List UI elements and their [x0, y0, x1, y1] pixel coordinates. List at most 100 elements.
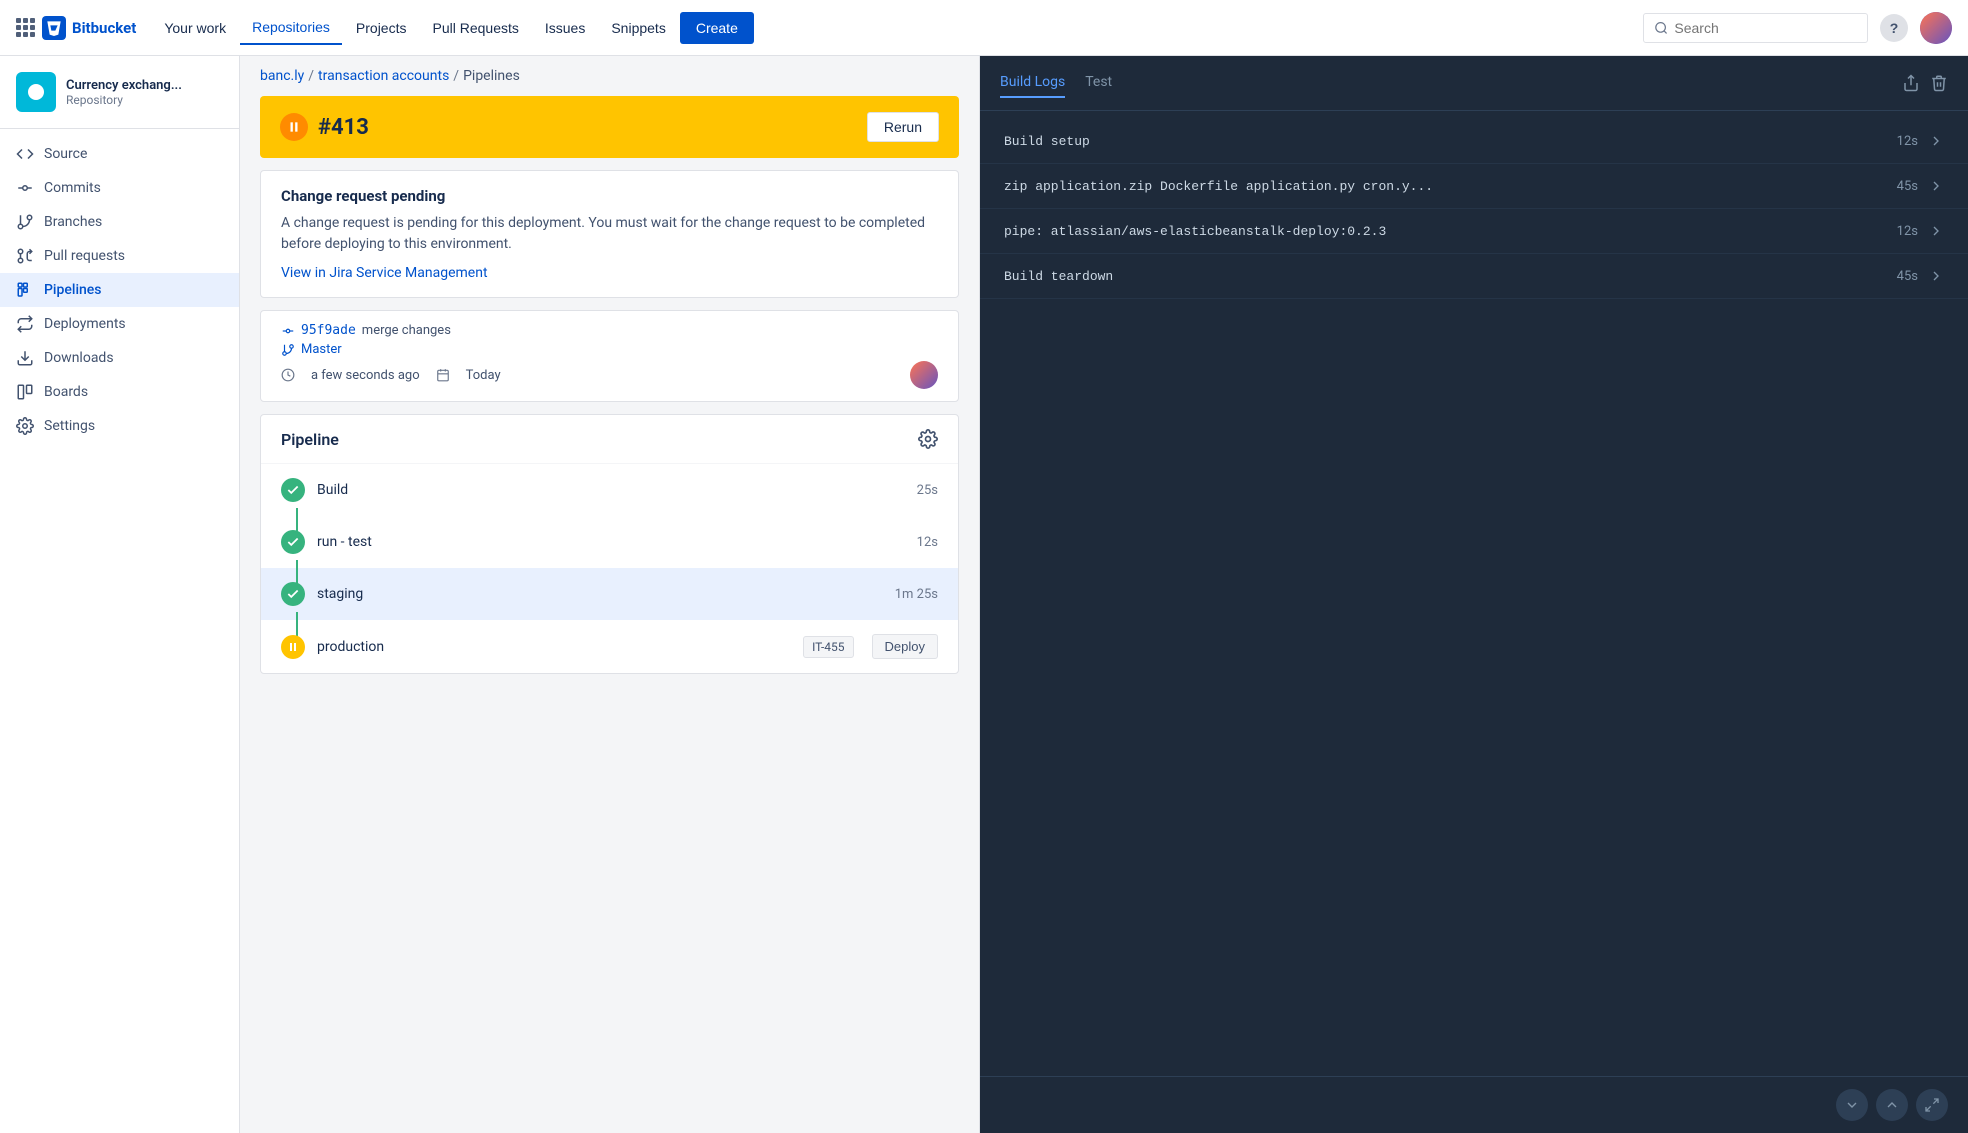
step-production-badge: IT-455 — [803, 636, 853, 658]
log-entry-build-setup[interactable]: Build setup 12s — [980, 119, 1968, 164]
build-logs-footer — [980, 1076, 1968, 1133]
sidebar-pull-requests-label: Pull requests — [44, 248, 125, 264]
pipeline-steps-header: Pipeline — [261, 415, 958, 464]
gear-icon[interactable] — [918, 429, 938, 449]
step-production[interactable]: production IT-455 Deploy — [261, 620, 958, 673]
step-check-staging — [281, 582, 305, 606]
breadcrumb-pipelines: Pipelines — [463, 68, 520, 84]
log-entry-name: pipe: atlassian/aws-elasticbeanstalk-dep… — [1004, 224, 1386, 239]
build-logs-panel: Build Logs Test Build setup 12s zip appl… — [980, 56, 1968, 1133]
topnav-right: ? — [1643, 12, 1952, 44]
step-build-name: Build — [317, 482, 905, 498]
expand-button[interactable] — [1916, 1089, 1948, 1121]
sidebar-item-pipelines[interactable]: Pipelines — [0, 273, 239, 307]
share-icon[interactable] — [1902, 74, 1920, 92]
nav-your-work[interactable]: Your work — [152, 12, 238, 44]
jira-link[interactable]: View in Jira Service Management — [281, 265, 488, 281]
sidebar-item-branches[interactable]: Branches — [0, 205, 239, 239]
deploy-button[interactable]: Deploy — [872, 634, 938, 659]
step-run-test[interactable]: run - test 12s — [261, 516, 958, 568]
log-entry-duration: 45s — [1897, 179, 1918, 194]
chevron-up-icon — [1884, 1097, 1900, 1113]
repo-info: Currency exchang... Repository — [66, 78, 182, 107]
step-run-test-name: run - test — [317, 534, 905, 550]
nav-repositories[interactable]: Repositories — [240, 11, 342, 45]
log-entry-name: Build setup — [1004, 134, 1090, 149]
branch-icon — [281, 343, 295, 357]
trash-icon[interactable] — [1930, 74, 1948, 92]
log-entry-name: Build teardown — [1004, 269, 1113, 284]
sidebar-item-settings[interactable]: Settings — [0, 409, 239, 443]
breadcrumb-sep-2: / — [453, 68, 459, 84]
sidebar-repo: Currency exchang... Repository — [0, 56, 239, 129]
logo-area: Bitbucket — [16, 16, 136, 40]
sidebar-item-pull-requests[interactable]: Pull requests — [0, 239, 239, 273]
breadcrumb-banc[interactable]: banc.ly — [260, 68, 304, 84]
commit-hash[interactable]: 95f9ade — [301, 323, 356, 338]
sidebar-item-source[interactable]: Source — [0, 137, 239, 171]
step-build-duration: 25s — [917, 483, 938, 498]
app-layout: Currency exchang... Repository Source Co… — [0, 56, 1968, 1133]
search-input[interactable] — [1674, 20, 1857, 36]
pipeline-number: #413 — [280, 113, 369, 141]
step-build[interactable]: Build 25s — [261, 464, 958, 516]
repo-type-label: Repository — [66, 93, 182, 107]
pipeline-steps-title: Pipeline — [281, 430, 339, 449]
build-logs-header: Build Logs Test — [980, 56, 1968, 111]
nav-issues[interactable]: Issues — [533, 12, 597, 44]
sidebar-item-downloads[interactable]: Downloads — [0, 341, 239, 375]
sidebar-item-boards[interactable]: Boards — [0, 375, 239, 409]
log-entry-duration: 12s — [1897, 224, 1918, 239]
nav-projects[interactable]: Projects — [344, 12, 419, 44]
sidebar-source-label: Source — [44, 146, 87, 162]
pipeline-steps-card: Pipeline Build 25s — [260, 414, 959, 674]
breadcrumb-transaction[interactable]: transaction accounts — [318, 68, 449, 84]
sidebar-boards-label: Boards — [44, 384, 88, 400]
commit-meta-card: 95f9ade merge changes Master a few secon… — [260, 310, 959, 402]
grid-icon[interactable] — [16, 18, 34, 37]
create-button[interactable]: Create — [680, 12, 754, 44]
commit-date: Today — [466, 368, 501, 383]
sidebar-item-deployments[interactable]: Deployments — [0, 307, 239, 341]
sidebar-pipelines-label: Pipelines — [44, 282, 102, 298]
log-entry-teardown[interactable]: Build teardown 45s — [980, 254, 1968, 299]
scroll-down-button[interactable] — [1836, 1089, 1868, 1121]
repo-name-label: Currency exchang... — [66, 78, 182, 93]
breadcrumb-sep-1: / — [308, 68, 314, 84]
scroll-up-button[interactable] — [1876, 1089, 1908, 1121]
commit-author-avatar — [910, 361, 938, 389]
app-name-label: Bitbucket — [72, 19, 136, 37]
user-avatar[interactable] — [1920, 12, 1952, 44]
breadcrumb: banc.ly / transaction accounts / Pipelin… — [240, 56, 979, 96]
log-entry-name: zip application.zip Dockerfile applicati… — [1004, 179, 1433, 194]
build-log-entries: Build setup 12s zip application.zip Dock… — [980, 111, 1968, 1076]
commit-message: merge changes — [362, 323, 451, 338]
sidebar-settings-label: Settings — [44, 418, 95, 434]
rerun-button[interactable]: Rerun — [867, 112, 939, 142]
log-entry-zip[interactable]: zip application.zip Dockerfile applicati… — [980, 164, 1968, 209]
log-entry-right: 45s — [1897, 178, 1944, 194]
expand-icon — [1924, 1097, 1940, 1113]
nav-snippets[interactable]: Snippets — [599, 12, 677, 44]
downloads-icon — [16, 349, 34, 367]
search-box[interactable] — [1643, 13, 1868, 43]
change-request-card: Change request pending A change request … — [260, 170, 959, 298]
boards-icon — [16, 383, 34, 401]
tab-build-logs[interactable]: Build Logs — [1000, 68, 1065, 98]
log-entry-right: 45s — [1897, 268, 1944, 284]
step-staging[interactable]: staging 1m 25s — [261, 568, 958, 620]
log-entry-duration: 45s — [1897, 269, 1918, 284]
time-row: a few seconds ago Today — [281, 361, 938, 389]
search-icon — [1654, 20, 1668, 36]
chevron-right-icon — [1928, 223, 1944, 239]
help-button[interactable]: ? — [1880, 14, 1908, 42]
commit-branch[interactable]: Master — [301, 342, 342, 357]
tab-test[interactable]: Test — [1085, 68, 1112, 98]
log-entry-pipe[interactable]: pipe: atlassian/aws-elasticbeanstalk-dep… — [980, 209, 1968, 254]
nav-pull-requests[interactable]: Pull Requests — [420, 12, 530, 44]
bitbucket-logo[interactable]: Bitbucket — [42, 16, 136, 40]
main-content: banc.ly / transaction accounts / Pipelin… — [240, 56, 1968, 1133]
sidebar-item-commits[interactable]: Commits — [0, 171, 239, 205]
step-staging-name: staging — [317, 586, 883, 602]
branch-row: Master — [281, 342, 938, 357]
